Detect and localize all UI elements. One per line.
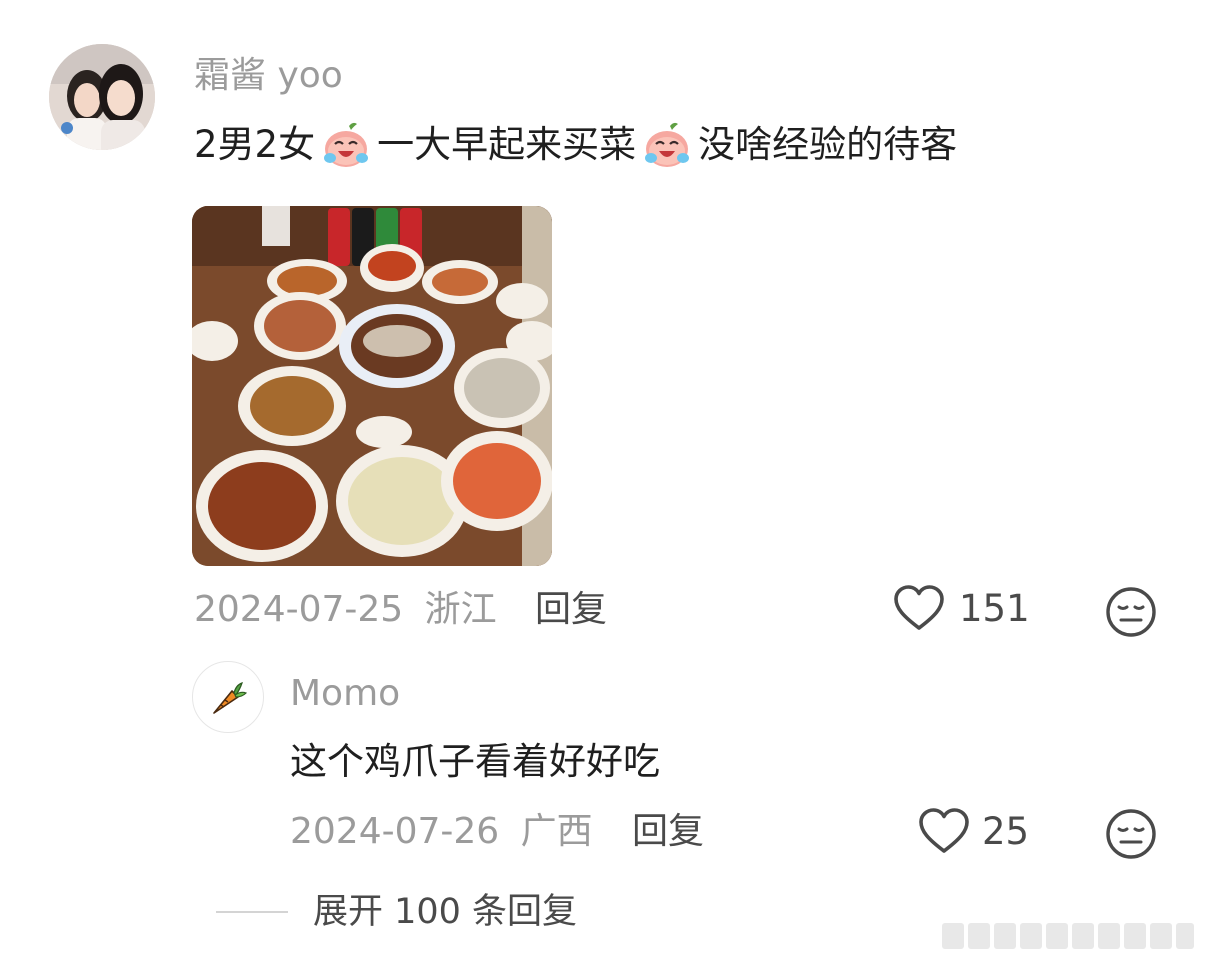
- crying-laughing-emoji-icon: [645, 122, 690, 167]
- comment-location: 浙江: [424, 589, 497, 630]
- comment-text: 2男2女 一大早起来买菜 没啥经验的待客: [194, 120, 957, 170]
- meh-face-icon[interactable]: [1105, 808, 1157, 860]
- reply-avatar[interactable]: [192, 661, 264, 733]
- reply-date: 2024-07-26: [290, 811, 500, 852]
- reply-username[interactable]: Momo: [290, 670, 400, 718]
- comment-text-part-2: 一大早起来买菜: [377, 123, 637, 166]
- reply-text: 这个鸡爪子看着好好吃: [290, 740, 660, 783]
- heart-outline-icon: [894, 585, 944, 630]
- reply-meta: 2024-07-26 广西: [290, 808, 593, 856]
- avatar[interactable]: [49, 44, 155, 150]
- expand-replies-button[interactable]: 展开 100 条回复: [313, 888, 577, 936]
- meh-face-icon[interactable]: [1105, 586, 1157, 638]
- crying-laughing-emoji-icon: [324, 122, 369, 167]
- reply-like-button[interactable]: 25: [918, 807, 1029, 855]
- expand-divider: [216, 911, 288, 913]
- comment-username[interactable]: 霜酱 yoo: [194, 52, 343, 100]
- comment-meta: 2024-07-25 浙江: [194, 586, 497, 634]
- reply-like-count: 25: [982, 809, 1030, 853]
- reply-reply-button[interactable]: 回复: [632, 808, 704, 856]
- comment-text-part-1: 2男2女: [194, 123, 316, 166]
- reply-location: 广西: [520, 811, 593, 852]
- avatar-photo: [49, 44, 155, 150]
- comment-date: 2024-07-25: [194, 589, 404, 630]
- comment-image[interactable]: [192, 206, 552, 566]
- like-count: 151: [959, 586, 1030, 630]
- comment-text-part-3: 没啥经验的待客: [698, 123, 958, 166]
- carrot-icon: [213, 682, 248, 714]
- watermark-icon: [938, 919, 1198, 953]
- dinner-table-photo: [192, 206, 552, 566]
- heart-outline-icon: [919, 808, 969, 853]
- reply-button[interactable]: 回复: [535, 586, 607, 634]
- like-button[interactable]: 151: [893, 584, 1030, 632]
